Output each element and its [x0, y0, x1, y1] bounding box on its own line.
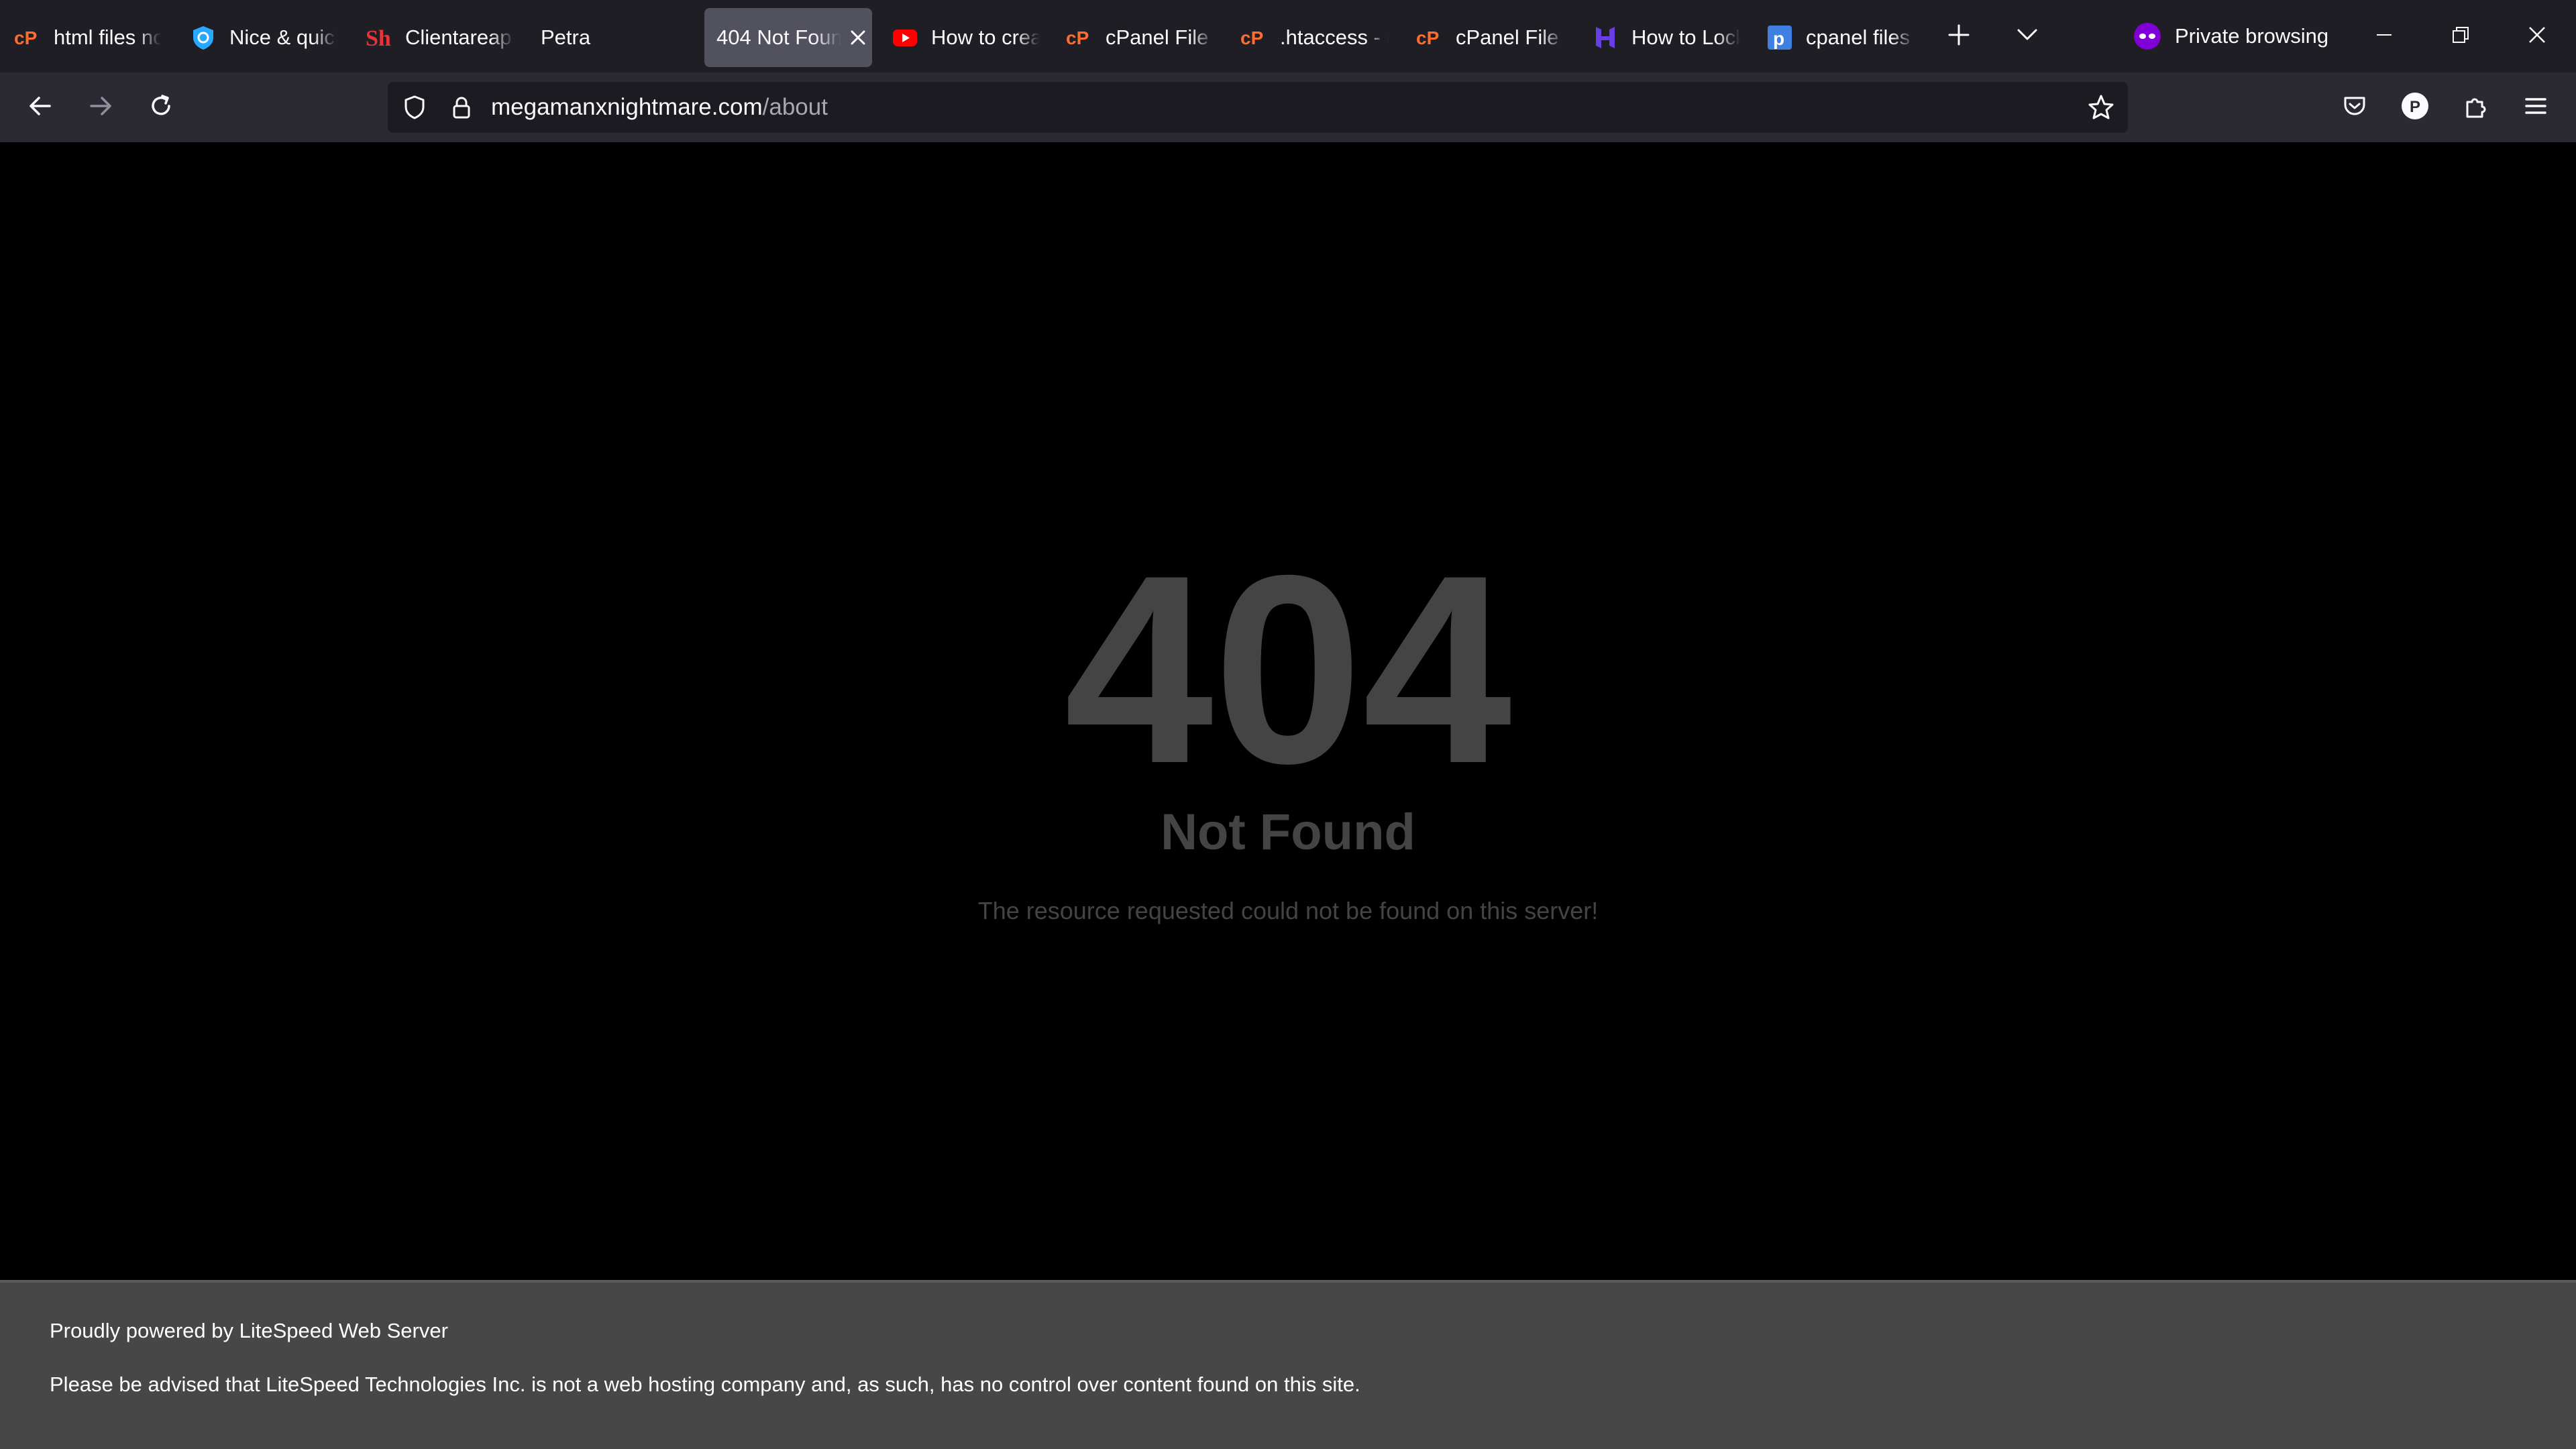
error-code: 404: [1064, 519, 1512, 819]
svg-text:cP: cP: [1416, 28, 1439, 48]
new-tab-button[interactable]: [1937, 15, 1980, 58]
tab-html-files[interactable]: cP html files not: [13, 8, 161, 67]
hamburger-menu-icon: [2522, 93, 2549, 123]
private-browsing-label: Private browsing: [2175, 24, 2329, 48]
svg-text:cP: cP: [14, 28, 37, 48]
cpanel-icon: cP: [13, 23, 42, 52]
minimize-button[interactable]: [2357, 11, 2411, 62]
tab-cpanel-files[interactable]: p cpanel files: [1766, 8, 1915, 67]
app-menu-button[interactable]: [2512, 85, 2560, 130]
pocket-button[interactable]: [2330, 85, 2379, 130]
tab-htaccess[interactable]: cP .htaccess - c: [1240, 8, 1389, 67]
close-icon: [2527, 25, 2547, 48]
tab-petra[interactable]: Petra: [541, 8, 690, 67]
hackerone-shield-icon: [189, 23, 217, 52]
svg-text:Sh: Sh: [366, 26, 391, 51]
svg-text:cP: cP: [1066, 28, 1089, 48]
p-icon: p: [1766, 23, 1794, 52]
powered-by-text: Proudly powered by LiteSpeed Web Server: [50, 1319, 448, 1342]
tab-title: How to Lock: [1631, 25, 1740, 49]
profile-avatar-icon: P: [2400, 91, 2430, 124]
cpanel-icon: cP: [1240, 23, 1268, 52]
cpanel-icon: cP: [1415, 23, 1444, 52]
forward-button[interactable]: [76, 85, 125, 130]
error-heading: Not Found: [1161, 804, 1415, 861]
page-content: 404 Not Found The resource requested cou…: [0, 142, 2576, 1280]
minimize-icon: [2374, 25, 2394, 48]
tracking-protection-shield-icon[interactable]: [398, 91, 431, 123]
tab-cpanel-file-manager-2[interactable]: cP cPanel File M: [1415, 8, 1564, 67]
url-path: /about: [762, 94, 828, 120]
tab-404-not-found[interactable]: 404 Not Found: [704, 8, 872, 67]
address-bar[interactable]: megamanxnightmare.com/about: [388, 82, 2128, 133]
chevron-down-icon: [2015, 23, 2039, 50]
lock-icon[interactable]: [445, 91, 478, 123]
tab-title: Clientareap: [405, 25, 512, 49]
hostinger-icon: [1591, 23, 1619, 52]
tab-title: 404 Not Found: [716, 25, 841, 49]
pocket-icon: [2341, 93, 2368, 123]
restore-button[interactable]: [2434, 11, 2487, 62]
close-window-button[interactable]: [2510, 11, 2564, 62]
tab-title: cPanel File M: [1456, 25, 1564, 49]
tab-title: cPanel File M: [1106, 25, 1214, 49]
svg-text:cP: cP: [1240, 28, 1263, 48]
reload-icon: [148, 93, 174, 123]
tab-clientarea[interactable]: Sh Clientareap: [365, 8, 514, 67]
tab-title: html files not: [54, 25, 161, 49]
tab-nice-quick[interactable]: Nice & quick: [189, 8, 337, 67]
server-footer: Proudly powered by LiteSpeed Web Server …: [0, 1280, 2576, 1449]
tab-title: cpanel files: [1806, 25, 1911, 49]
list-all-tabs-button[interactable]: [2006, 15, 2049, 58]
restore-icon: [2451, 25, 2471, 48]
tab-title: Petra: [541, 25, 591, 49]
svg-text:P: P: [2410, 98, 2420, 116]
reload-button[interactable]: [137, 85, 185, 130]
private-mask-icon: [2133, 22, 2161, 50]
extensions-button[interactable]: [2451, 85, 2500, 130]
url-text[interactable]: megamanxnightmare.com/about: [491, 82, 828, 133]
cpanel-icon: cP: [1065, 23, 1093, 52]
tab-title: Nice & quick: [229, 25, 337, 49]
close-tab-icon[interactable]: [844, 23, 872, 52]
account-button[interactable]: P: [2391, 85, 2439, 130]
bookmark-star-icon[interactable]: [2085, 91, 2117, 123]
back-button[interactable]: [16, 85, 64, 130]
navigation-toolbar: megamanxnightmare.com/about P: [0, 72, 2576, 142]
tab-how-to-lock[interactable]: How to Lock: [1591, 8, 1740, 67]
tab-cpanel-file-manager-1[interactable]: cP cPanel File M: [1065, 8, 1214, 67]
back-arrow-icon: [27, 93, 54, 123]
youtube-icon: [891, 23, 919, 52]
puzzle-piece-icon: [2462, 93, 2489, 123]
tab-strip: cP html files not Nice & quick Sh Client…: [0, 0, 2576, 72]
sh-icon: Sh: [365, 23, 393, 52]
tab-how-to-create[interactable]: How to create: [891, 8, 1040, 67]
forward-arrow-icon: [87, 93, 114, 123]
url-domain: megamanxnightmare.com: [491, 94, 763, 120]
private-browsing-indicator: Private browsing: [2133, 15, 2328, 58]
disclaimer-text: Please be advised that LiteSpeed Technol…: [50, 1373, 1360, 1396]
tab-title: .htaccess - c: [1280, 25, 1389, 49]
tab-title: How to create: [931, 25, 1040, 49]
error-message: The resource requested could not be foun…: [977, 897, 1599, 924]
plus-icon: [1947, 23, 1971, 50]
svg-text:p: p: [1773, 28, 1784, 49]
